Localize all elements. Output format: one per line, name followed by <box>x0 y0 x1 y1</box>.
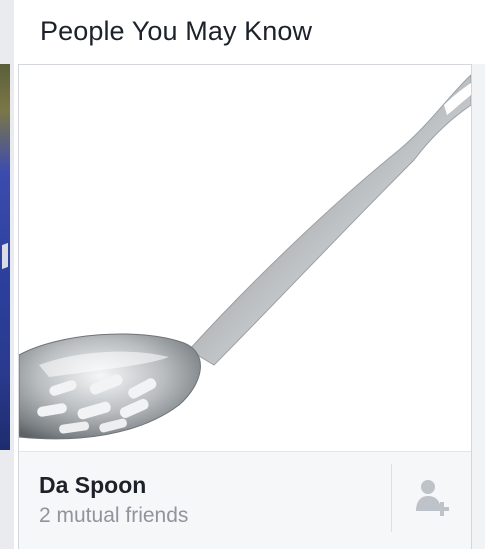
next-suggestion-card-edge[interactable] <box>472 64 485 549</box>
suggestion-card[interactable]: Da Spoon 2 mutual friends <box>18 64 472 549</box>
previous-suggestion-card-edge[interactable] <box>0 64 10 450</box>
add-friend-button[interactable] <box>403 464 463 532</box>
person-name[interactable]: Da Spoon <box>39 472 146 499</box>
add-friend-icon <box>416 480 449 516</box>
footer-divider <box>391 464 392 532</box>
profile-photo[interactable] <box>19 65 471 451</box>
prev-card-photo-detail <box>2 242 8 270</box>
section-header: People You May Know <box>14 0 485 64</box>
slotted-spoon-image <box>19 74 471 440</box>
suggestion-footer: Da Spoon 2 mutual friends <box>19 451 471 549</box>
people-you-may-know-panel: People You May Know Da Spoon 2 mutual fr… <box>0 0 485 549</box>
mutual-friends-count[interactable]: 2 mutual friends <box>39 504 188 528</box>
section-title: People You May Know <box>40 16 313 46</box>
